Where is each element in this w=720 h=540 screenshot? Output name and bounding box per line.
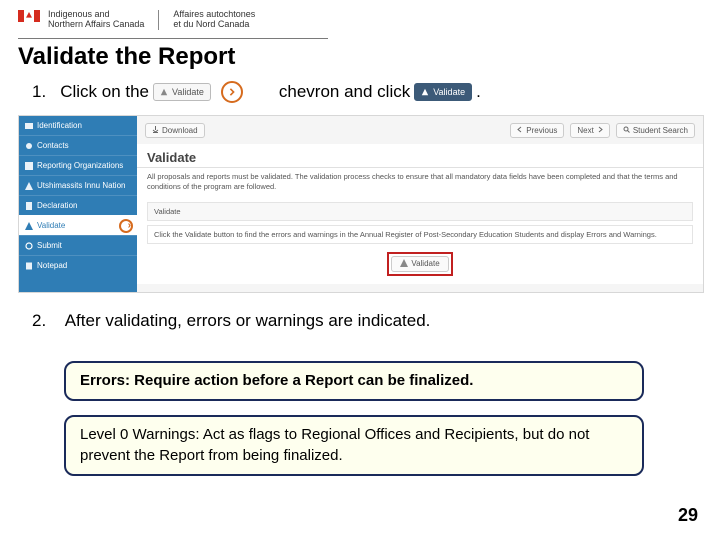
chevron-right-icon: › [128,220,131,231]
next-button[interactable]: Next [570,123,609,138]
sidebar-item-label: Utshimassits Innu Nation [37,181,125,190]
validate-button-inline: Validate [414,83,472,101]
header-separator [158,10,159,30]
sidebar-item-nation[interactable]: Utshimassits Innu Nation [19,175,137,195]
download-icon [152,126,159,135]
previous-label: Previous [526,126,557,135]
warnings-callout: Level 0 Warnings: Act as flags to Region… [64,415,644,476]
panel-description: All proposals and reports must be valida… [147,172,693,196]
download-label: Download [162,126,198,135]
dept-en-line2: Northern Affairs Canada [48,20,144,30]
step-2-number: 2. [32,311,46,330]
warning-icon [400,259,408,269]
page-number: 29 [678,505,698,526]
warning-icon [160,88,168,96]
dept-name-fr: Affaires autochtones et du Nord Canada [173,10,255,30]
sidebar-item-submit[interactable]: Submit [19,235,137,255]
sidebar-item-validate[interactable]: Validate › [19,215,137,235]
org-icon [25,162,33,170]
panel-instruction: Click the Validate button to find the er… [147,225,693,244]
panel-subheading: Validate [147,202,693,221]
step-1-number: 1. [32,82,46,102]
step-1-text-b: chevron and click [279,82,410,102]
id-icon [25,122,33,130]
validate-chip-label: Validate [172,87,204,97]
warning-icon [421,88,429,96]
gov-header: Indigenous and Northern Affairs Canada A… [18,10,702,34]
validate-chip-inline: Validate [153,83,211,101]
contacts-icon [25,142,33,150]
sidebar-item-label: Identification [37,121,82,130]
sidebar: Identification Contacts Reporting Organi… [19,116,137,292]
search-icon [623,126,630,135]
chevron-right-icon [221,81,243,103]
previous-button[interactable]: Previous [510,123,564,138]
step-2: 2. After validating, errors or warnings … [32,311,702,331]
sidebar-item-label: Reporting Organizations [37,161,123,170]
step-2-text: After validating, errors or warnings are… [65,311,431,330]
student-search-button[interactable]: Student Search [616,123,695,138]
sidebar-item-label: Declaration [37,201,77,210]
sidebar-item-reporting-organizations[interactable]: Reporting Organizations [19,155,137,175]
chevron-right-icon [597,126,603,135]
sidebar-item-label: Contacts [37,141,69,150]
download-button[interactable]: Download [145,123,205,138]
app-screenshot: Identification Contacts Reporting Organi… [18,115,704,293]
step-1-text-a: Click on the [60,82,149,102]
next-label: Next [577,126,593,135]
panel-title: Validate [137,144,703,167]
header-rule [18,38,328,39]
validate-button[interactable]: Validate [391,256,448,272]
main-panel: Download Previous Next Student Search Va… [137,116,703,292]
step-1-text-c: . [476,82,481,102]
page-title: Validate the Report [18,43,702,71]
warn-icon [25,222,33,230]
step-1: 1. Click on the Validate chevron and cli… [32,81,702,103]
submit-icon [25,242,33,250]
errors-callout: Errors: Require action before a Report c… [64,361,644,401]
chevron-left-icon [517,126,523,135]
sidebar-item-label: Notepad [37,261,67,270]
note-icon [25,262,33,270]
validate-button-row: Validate [147,248,693,282]
panel-body: All proposals and reports must be valida… [137,167,703,284]
dept-fr-line2: et du Nord Canada [173,20,255,30]
sidebar-item-label: Validate [37,221,65,230]
student-search-label: Student Search [633,126,688,135]
decl-icon [25,202,33,210]
validate-button-label: Validate [411,259,439,268]
sidebar-item-declaration[interactable]: Declaration [19,195,137,215]
callouts: Errors: Require action before a Report c… [64,361,644,476]
validate-button-highlight: Validate [387,252,452,276]
sidebar-item-contacts[interactable]: Contacts [19,135,137,155]
dept-name-en: Indigenous and Northern Affairs Canada [48,10,144,30]
sidebar-item-identification[interactable]: Identification [19,116,137,135]
validate-button-inline-label: Validate [433,87,465,97]
panel-toolbar: Download Previous Next Student Search [137,116,703,144]
sidebar-item-notepad[interactable]: Notepad [19,255,137,275]
sidebar-item-label: Submit [37,241,62,250]
canada-flag-icon [18,10,40,22]
nation-icon [25,182,33,190]
